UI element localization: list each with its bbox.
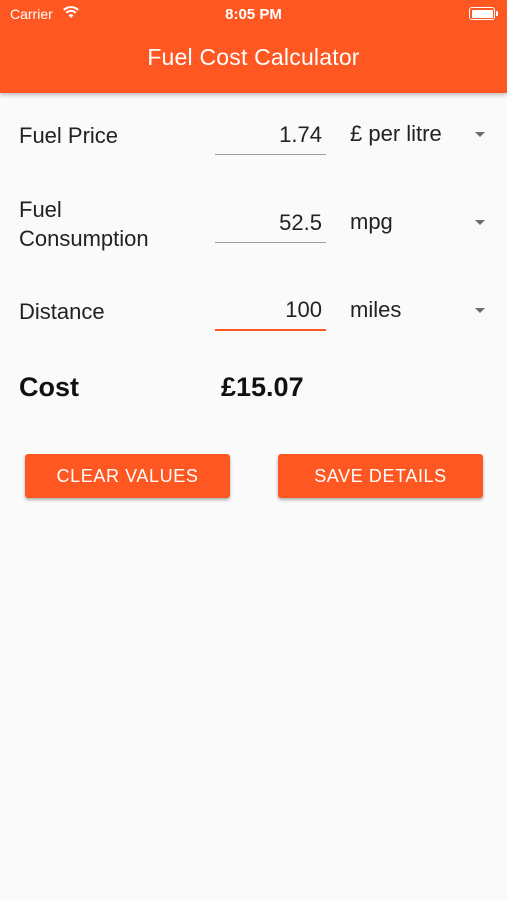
fuel-consumption-input[interactable] — [215, 203, 326, 242]
fuel-price-unit-value: £ per litre — [350, 121, 442, 146]
clear-values-button[interactable]: CLEAR VALUES — [25, 454, 230, 498]
chevron-down-icon — [475, 308, 485, 313]
distance-field[interactable] — [215, 291, 326, 331]
fuel-price-unit-dropdown[interactable]: £ per litre — [350, 119, 490, 153]
fuel-consumption-label-line1: Fuel — [19, 197, 62, 222]
page-title: Fuel Cost Calculator — [147, 44, 360, 70]
status-bar: Carrier 8:05 PM — [0, 0, 507, 28]
fuel-price-input[interactable] — [215, 115, 326, 154]
distance-input[interactable] — [215, 291, 326, 329]
fuel-price-label: Fuel Price — [19, 123, 119, 148]
fuel-consumption-unit-value: mpg — [350, 209, 393, 234]
chevron-down-icon — [475, 220, 485, 225]
cost-value: £15.07 — [221, 372, 304, 402]
clock: 8:05 PM — [225, 6, 282, 23]
cost-label: Cost — [19, 372, 79, 402]
battery-icon — [469, 7, 498, 20]
distance-unit-dropdown[interactable]: miles — [350, 295, 490, 329]
fuel-consumption-unit-dropdown[interactable]: mpg — [350, 207, 490, 241]
distance-label: Distance — [19, 299, 105, 324]
distance-unit-value: miles — [350, 297, 402, 322]
fuel-consumption-label: Fuel Consumption — [19, 195, 149, 253]
chevron-down-icon — [475, 132, 485, 137]
save-details-button[interactable]: SAVE DETAILS — [278, 454, 483, 498]
app-bar: Carrier 8:05 PM Fuel Cost Calculator — [0, 0, 507, 93]
fuel-consumption-label-line2: Consumption — [19, 226, 149, 251]
fuel-price-field[interactable] — [215, 115, 326, 155]
fuel-consumption-field[interactable] — [215, 203, 326, 243]
